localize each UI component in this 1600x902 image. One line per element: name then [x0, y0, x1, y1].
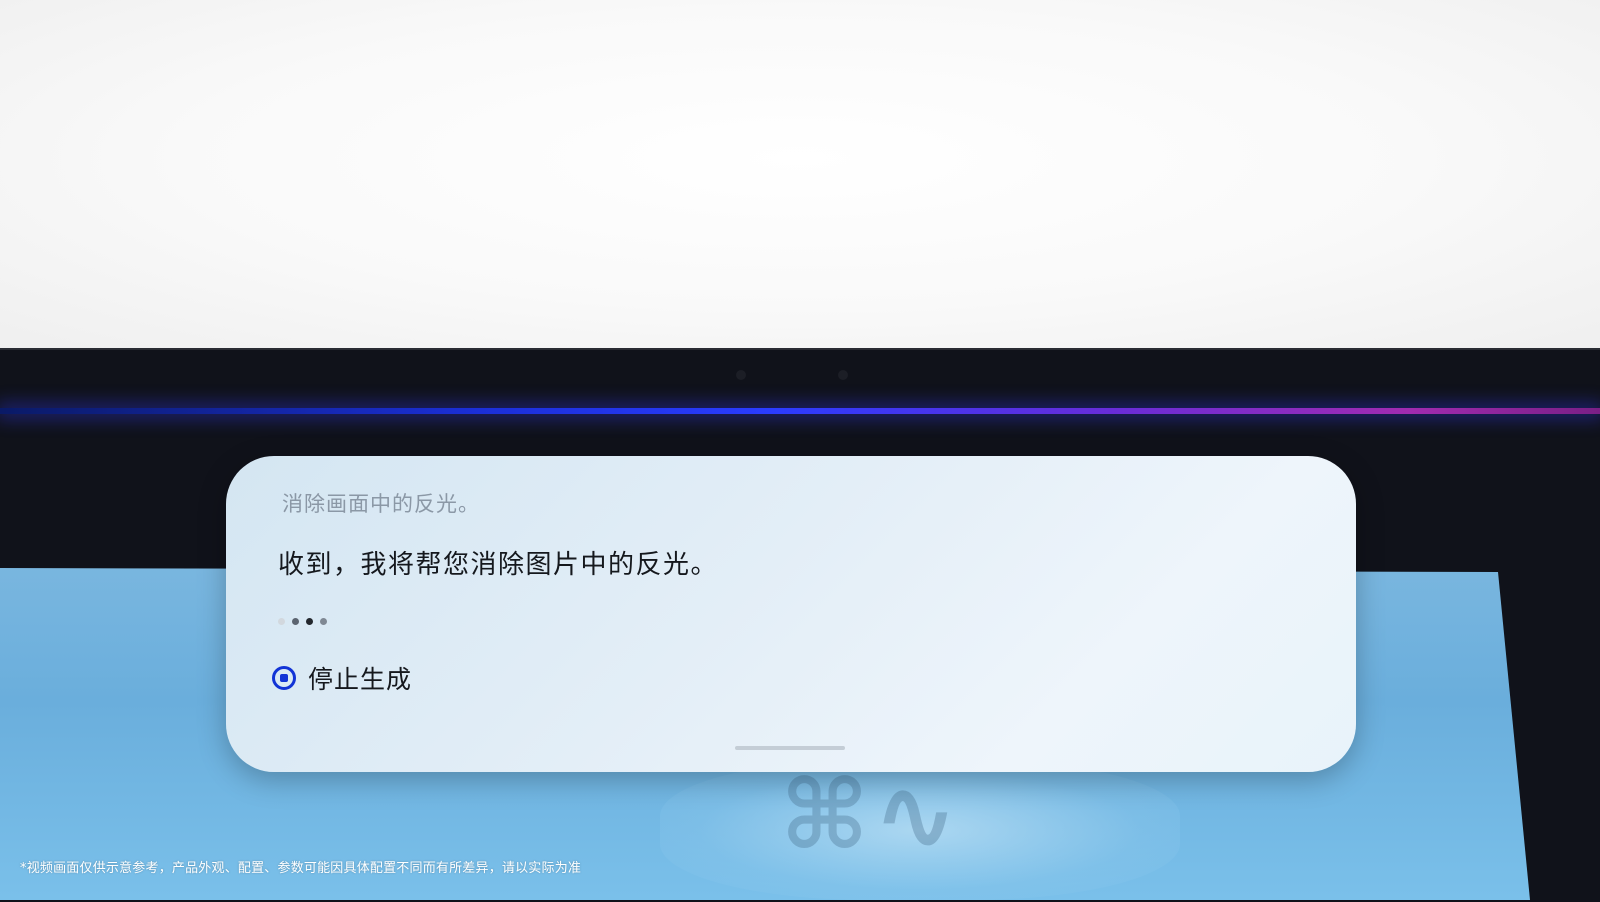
assistant-card: 消除画面中的反光。 收到，我将帮您消除图片中的反光。 停止生成 — [226, 456, 1356, 772]
typing-dot — [306, 617, 313, 625]
ai-glow-bar — [0, 408, 1600, 414]
drag-handle[interactable] — [735, 746, 845, 750]
camera-dot — [736, 370, 746, 380]
typing-dot — [320, 617, 327, 625]
disclaimer-caption: *视频画面仅供示意参考，产品外观、配置、参数可能因具体配置不同而有所差异，请以实… — [20, 861, 582, 876]
stop-circle-icon[interactable] — [272, 666, 296, 690]
stop-generating-button[interactable]: 停止生成 — [272, 658, 412, 698]
sensor-dot — [838, 370, 848, 380]
wallpaper-glyph-art: ⌘∿ — [780, 758, 962, 871]
photo-backdrop — [0, 0, 1600, 352]
typing-dot — [278, 617, 285, 625]
stop-generating-label[interactable]: 停止生成 — [308, 660, 412, 696]
typing-indicator — [278, 616, 327, 626]
typing-dot — [292, 617, 299, 625]
assistant-response-text: 收到，我将帮您消除图片中的反光。 — [278, 550, 719, 580]
user-query-text: 消除画面中的反光。 — [282, 492, 480, 516]
